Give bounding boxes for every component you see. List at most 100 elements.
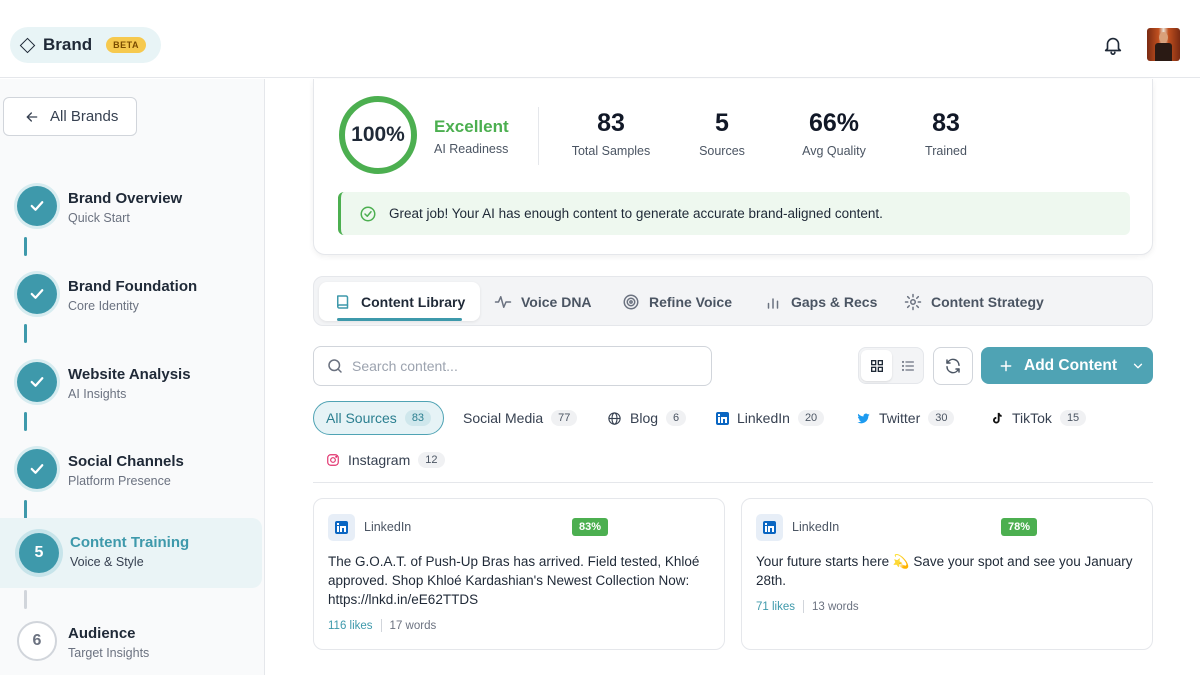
beta-badge: BETA [106,37,146,53]
filter-count: 83 [404,410,432,426]
card-meta: 71 likes 13 words [756,600,859,613]
avatar[interactable] [1147,28,1180,61]
brand-switcher[interactable]: Brand BETA [10,27,161,63]
tab-gaps-recs[interactable]: Gaps & Recs [749,282,892,321]
step-brand-overview[interactable]: Brand Overview Quick Start [0,178,262,248]
sidebar: All Brands Brand Overview Quick Start Br… [0,79,265,675]
filter-instagram[interactable]: Instagram 12 [314,443,457,477]
step-website-analysis[interactable]: Website Analysis AI Insights [0,354,262,424]
filter-label: Social Media [463,410,544,426]
filter-count: 20 [797,410,825,426]
step-content-training[interactable]: 5 Content Training Voice & Style [0,518,262,588]
tab-refine-voice[interactable]: Refine Voice [607,282,747,321]
step-number: 6 [17,621,57,661]
card-words: 17 words [389,619,437,632]
success-text: Great job! Your AI has enough content to… [389,206,883,221]
filter-tiktok[interactable]: TikTok 15 [977,401,1098,435]
stat-sources: 5 Sources [667,109,777,158]
check-icon [17,362,57,402]
list-view-button[interactable] [892,350,923,381]
list-icon [901,360,914,371]
stat-label: Trained [925,144,967,158]
stat-value: 66% [808,109,860,137]
filter-count: 6 [666,410,687,426]
divider [538,107,539,165]
filter-label: LinkedIn [737,410,790,426]
diamond-icon [19,37,36,53]
step-connector [24,500,27,519]
card-text: The G.O.A.T. of Push-Up Bras has arrived… [328,554,700,607]
check-circle-icon [360,206,376,221]
readiness-label: AI Readiness [434,142,509,156]
all-brands-label: All Brands [50,108,119,125]
filter-label: Twitter [879,410,921,426]
globe-icon [608,411,621,425]
card-likes: 71 likes [756,600,795,613]
step-title: Brand Overview [68,190,183,207]
filter-all-sources[interactable]: All Sources 83 [313,401,445,435]
top-bar: Brand BETA [0,0,1200,78]
step-title: Brand Foundation [68,278,198,295]
stat-value: 83 [597,109,625,137]
stat-label: Avg Quality [802,144,866,158]
step-audience[interactable]: 6 Audience Target Insights [0,613,262,683]
tab-content-library[interactable]: Content Library [319,282,481,321]
step-brand-foundation[interactable]: Brand Foundation Core Identity [0,266,262,336]
step-social-channels[interactable]: Social Channels Platform Presence [0,441,262,511]
tab-content-strategy[interactable]: Content Strategy [889,282,1059,321]
filter-label: Instagram [348,452,411,468]
linkedin-icon [756,514,783,541]
add-content-button[interactable]: Add Content [981,347,1153,384]
stat-value: 5 [715,109,729,137]
filter-social-media[interactable]: Social Media 77 [451,401,589,435]
tab-label: Voice DNA [521,293,592,310]
tiktok-icon [993,412,1002,423]
linkedin-icon [328,514,355,541]
step-subtitle: AI Insights [68,387,127,401]
stat-avg-quality: 66% Avg Quality [779,109,889,158]
content-card[interactable]: LinkedIn 83% The G.O.A.T. of Push-Up Bra… [313,498,725,650]
refresh-icon [946,358,960,374]
card-platform: LinkedIn [364,520,412,534]
search-box [313,346,712,386]
search-icon [328,359,342,373]
step-subtitle: Target Insights [68,646,150,660]
search-input[interactable] [352,358,692,374]
readiness-level: Excellent [434,117,509,136]
add-content-label: Add Content [1024,356,1117,374]
filter-count: 30 [928,410,955,426]
step-connector [24,590,27,609]
success-message: Great job! Your AI has enough content to… [338,192,1130,235]
filter-linkedin[interactable]: LinkedIn 20 [704,401,836,435]
view-toggle [858,347,924,384]
brand-name: Brand [43,35,93,54]
check-icon [17,186,57,226]
twitter-icon [857,413,870,423]
grid-view-button[interactable] [861,350,892,381]
step-subtitle: Quick Start [68,211,130,225]
refresh-button[interactable] [933,347,973,385]
filter-blog[interactable]: Blog 6 [595,401,698,435]
step-number: 5 [19,533,59,573]
tab-label: Refine Voice [649,293,732,310]
check-icon [17,274,57,314]
step-title: Content Training [70,534,190,551]
readiness-card: 100% Excellent AI Readiness 83 Total Sam… [313,79,1153,255]
grid-icon [870,359,883,372]
stat-trained: 83 Trained [891,109,1001,158]
content-card[interactable]: LinkedIn 78% Your future starts here 💫 S… [741,498,1153,650]
bar-chart-icon [767,297,779,309]
all-brands-button[interactable]: All Brands [3,97,137,136]
instagram-icon [327,454,339,466]
content-tabs: Content Library Voice DNA Refine Voice G… [313,276,1153,326]
book-icon [337,294,349,309]
tab-label: Content Strategy [931,293,1044,310]
quality-badge: 78% [1001,518,1038,536]
step-title: Social Channels [68,453,184,470]
filter-twitter[interactable]: Twitter 30 [844,401,966,435]
target-icon [623,294,639,309]
bell-icon[interactable] [1102,34,1124,56]
filter-label: Blog [630,410,659,426]
tab-voice-dna[interactable]: Voice DNA [479,282,607,321]
filter-count: 77 [551,410,578,426]
